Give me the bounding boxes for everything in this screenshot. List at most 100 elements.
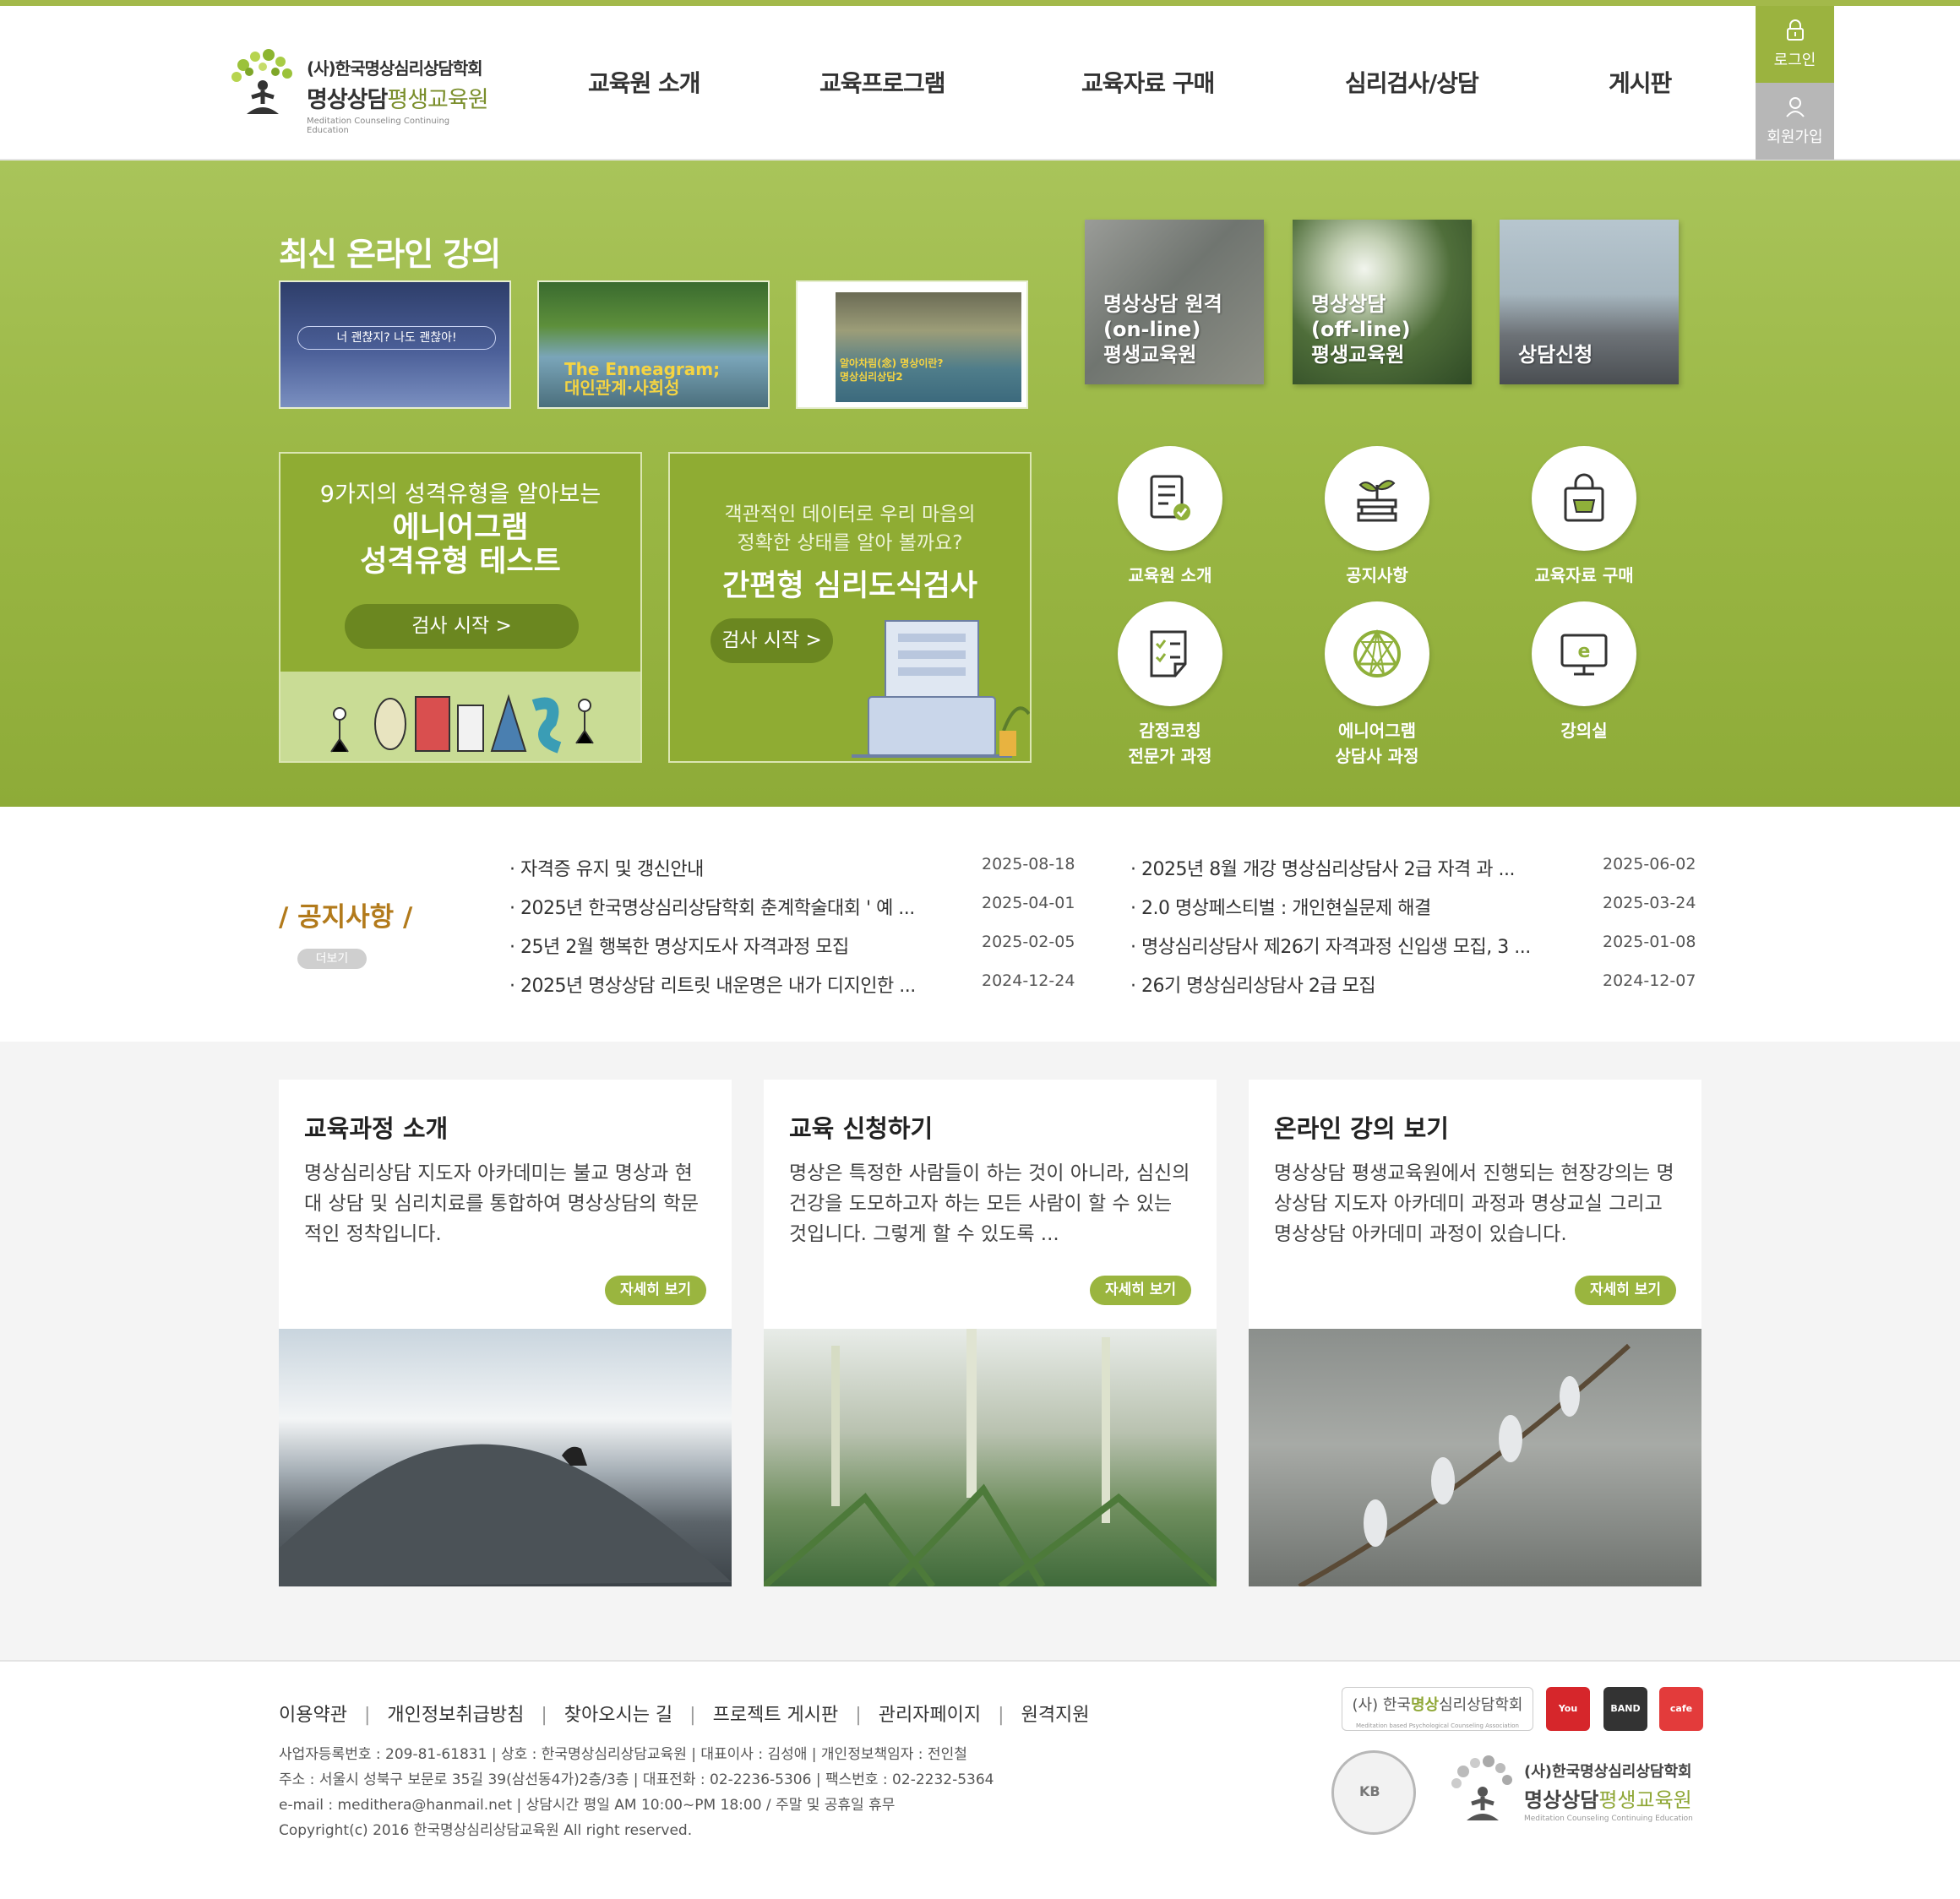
nav-materials[interactable]: 교육자료 구매: [1081, 65, 1215, 99]
user-icon: [1785, 97, 1805, 117]
view-details-button[interactable]: 자세히 보기: [605, 1276, 706, 1305]
footer-link-terms[interactable]: 이용약관: [279, 1705, 347, 1726]
footer-company-info: 사업자등록번호 : 209-81-61831 | 상호 : 한국명상심리상담교육…: [279, 1746, 994, 1839]
notice-item[interactable]: · 2.0 명상페스티벌 : 개인현실문제 해결: [1130, 893, 1431, 920]
willow-buds-photo: [1298, 1343, 1631, 1586]
lecture-thumb-1-caption: 너 괜찮지? 나도 괜찮아!: [297, 326, 496, 350]
hero-section: 최신 온라인 강의 너 괜찮지? 나도 괜찮아! The Enneagram; …: [0, 161, 1960, 807]
course-title: 교육 신청하기: [789, 1114, 934, 1143]
course-card-online: 온라인 강의 보기 명상상담 평생교육원에서 진행되는 현장강의는 명상상담 지…: [1249, 1080, 1701, 1586]
sprout-book-icon: [1357, 480, 1397, 522]
nav-board[interactable]: 게시판: [1609, 65, 1672, 99]
notice-item[interactable]: · 25년 2월 행복한 명상지도사 자격과정 모집: [509, 932, 849, 959]
footer-links: 이용약관 | 개인정보취급방침 | 찾아오시는 길 | 프로젝트 게시판 | 관리자페이지 | 원격…: [279, 1705, 1090, 1726]
quick-classroom[interactable]: e 강의실: [1512, 601, 1656, 743]
schema-test-banner[interactable]: 객관적인 데이터로 우리 마음의 정확한 상태를 알아 볼까요? 간편형 심리도…: [668, 452, 1032, 763]
association-link[interactable]: (사) 한국명상심리상담학회 Meditation based Psycholo…: [1342, 1687, 1533, 1731]
lecture-thumb-2[interactable]: The Enneagram; 대인관계·사회성: [537, 280, 770, 409]
view-details-button[interactable]: 자세히 보기: [1090, 1276, 1191, 1305]
rock-bird-photo: [279, 1444, 732, 1586]
shopping-bag-icon: [1564, 473, 1604, 522]
lecture-thumb-1[interactable]: 너 괜찮지? 나도 괜찮아!: [279, 280, 511, 409]
notice-date: 2024-12-07: [1603, 971, 1696, 990]
nav-programs[interactable]: 교육프로그램: [819, 65, 946, 99]
notice-date: 2025-08-18: [982, 855, 1075, 873]
lock-icon: [1786, 19, 1804, 41]
footer-link-privacy[interactable]: 개인정보취급방침: [387, 1705, 524, 1726]
notice-date: 2024-12-24: [982, 971, 1075, 990]
enneagram-icon: [1353, 629, 1401, 677]
course-description: 명상심리상담 지도자 아카데미는 불교 명상과 현대 상담 및 심리치료를 통합…: [304, 1162, 700, 1245]
lecture-thumb-3-caption: 알아차림(念) 명상이란? 명상심리상담2: [840, 357, 944, 383]
top-accent-line: [0, 0, 1960, 6]
schema-banner-title: 간편형 심리도식검사: [722, 569, 977, 603]
enneagram-test-start-button[interactable]: 검사 시작 >: [345, 604, 579, 649]
notice-date: 2025-02-05: [982, 933, 1075, 951]
site-header: (사)한국명상심리상담학회 명상상담평생교육원 Meditation Couns…: [0, 6, 1960, 161]
notice-section: / 공지사항 / 더보기 · 자격증 유지 및 갱신안내 2025-08-18 …: [0, 807, 1960, 1042]
site-logo[interactable]: (사)한국명상심리상담학회 명상상담평생교육원 Meditation Couns…: [226, 48, 489, 135]
login-button[interactable]: 로그인: [1756, 6, 1834, 83]
kb-escrow-seal-icon: KB: [1331, 1750, 1416, 1835]
course-card-intro: 교육과정 소개 명상심리상담 지도자 아카데미는 불교 명상과 현대 상담 및 …: [279, 1080, 732, 1586]
enneagram-banner-title: 에니어그램 성격유형 테스트: [360, 511, 561, 579]
enneagram-illustration: [280, 672, 640, 761]
e-learning-monitor-icon: e: [1560, 634, 1608, 676]
site-footer: 이용약관 | 개인정보취급방침 | 찾아오시는 길 | 프로젝트 게시판 | 관리자페이지 | 원격…: [0, 1660, 1960, 1899]
enneagram-test-banner[interactable]: 9가지의 성격유형을 알아보는 에니어그램 성격유형 테스트 검사 시작 >: [279, 452, 642, 763]
course-image: [764, 1329, 1217, 1586]
quick-about[interactable]: 교육원 소개: [1098, 446, 1242, 588]
join-button[interactable]: 회원가입: [1756, 83, 1834, 160]
course-card-apply: 교육 신청하기 명상은 특정한 사람들이 하는 것이 아니라, 심신의 건강을 …: [764, 1080, 1217, 1586]
notice-item[interactable]: · 26기 명상심리상담사 2급 모집: [1130, 971, 1376, 998]
notice-date: 2025-03-24: [1603, 894, 1696, 912]
letters-illustration-icon: [330, 694, 594, 754]
logo-org-name: (사)한국명상심리상담학회: [307, 58, 483, 79]
notice-item[interactable]: · 2025년 명상상담 리트릿 내운명은 내가 디지인한 ...: [509, 971, 916, 998]
counseling-request-card[interactable]: 상담신청: [1500, 220, 1679, 384]
notice-item[interactable]: · 2025년 한국명상심리상담학회 춘계학술대회 ' 예 ...: [509, 893, 915, 920]
enneagram-banner-subtitle: 9가지의 성격유형을 알아보는: [319, 482, 602, 508]
quick-notice[interactable]: 공지사항: [1305, 446, 1449, 588]
svg-text:e: e: [1578, 641, 1591, 662]
footer-link-admin[interactable]: 관리자페이지: [879, 1705, 981, 1726]
notice-date: 2025-01-08: [1603, 933, 1696, 951]
logo-subtitle: Meditation Counseling Continuing Educati…: [307, 117, 450, 135]
document-check-icon: [1150, 475, 1190, 520]
notice-item[interactable]: · 자격증 유지 및 갱신안내: [509, 854, 704, 881]
schema-test-start-button[interactable]: 검사 시작 >: [710, 618, 833, 663]
checklist-icon: [1150, 630, 1187, 677]
lecture-thumb-3[interactable]: 알아차림(念) 명상이란? 명상심리상담2: [796, 280, 1028, 409]
online-education-card[interactable]: 명상상담 원격 (on-line) 평생교육원: [1085, 220, 1264, 384]
course-title: 온라인 강의 보기: [1274, 1114, 1449, 1143]
footer-link-project-board[interactable]: 프로젝트 게시판: [713, 1705, 839, 1726]
course-description: 명상은 특정한 사람들이 하는 것이 아니라, 심신의 건강을 도모하고자 하는…: [789, 1162, 1190, 1245]
band-icon[interactable]: BAND: [1603, 1687, 1647, 1731]
quick-materials[interactable]: 교육자료 구매: [1512, 446, 1656, 588]
footer-link-directions[interactable]: 찾아오시는 길: [564, 1705, 672, 1726]
offline-education-card[interactable]: 명상상담 (off-line) 평생교육원: [1293, 220, 1472, 384]
pine-needles-photo: [764, 1329, 1217, 1586]
meditation-tree-icon: [231, 49, 292, 114]
nav-about[interactable]: 교육원 소개: [588, 65, 701, 99]
youtube-icon[interactable]: You Tube: [1546, 1687, 1590, 1758]
notice-item[interactable]: · 명상심리상담사 제26기 자격과정 신입생 모집, 3 ...: [1130, 932, 1531, 959]
notice-title: / 공지사항 /: [279, 902, 413, 933]
quick-enneagram-course[interactable]: 에니어그램 상담사 과정: [1305, 601, 1449, 769]
nav-psych-test[interactable]: 심리검사/상담: [1345, 65, 1479, 99]
notice-more-button[interactable]: 더보기: [297, 949, 367, 969]
course-description: 명상상담 평생교육원에서 진행되는 현장강의는 명상상담 지도자 아카데미 과정…: [1274, 1162, 1674, 1245]
notice-date: 2025-06-02: [1603, 855, 1696, 873]
cafe-icon[interactable]: cafe: [1659, 1687, 1703, 1731]
notice-date: 2025-04-01: [982, 894, 1075, 912]
footer-link-remote-support[interactable]: 원격지원: [1021, 1705, 1090, 1726]
meditation-tree-icon: [1451, 1755, 1512, 1820]
notice-item[interactable]: · 2025년 8월 개강 명상심리상담사 2급 자격 과 ...: [1130, 854, 1516, 881]
course-image: [1249, 1329, 1701, 1586]
view-details-button[interactable]: 자세히 보기: [1575, 1276, 1676, 1305]
logo-title: 명상상담평생교육원: [307, 87, 489, 113]
footer-logo: (사)한국명상심리상담학회 명상상담평생교육원 Meditation Couns…: [1446, 1755, 1700, 1831]
laptop-data-illustration-icon: [852, 620, 1030, 758]
course-image: [279, 1329, 732, 1586]
quick-emotion-coaching[interactable]: 감정코칭 전문가 과정: [1098, 601, 1242, 769]
